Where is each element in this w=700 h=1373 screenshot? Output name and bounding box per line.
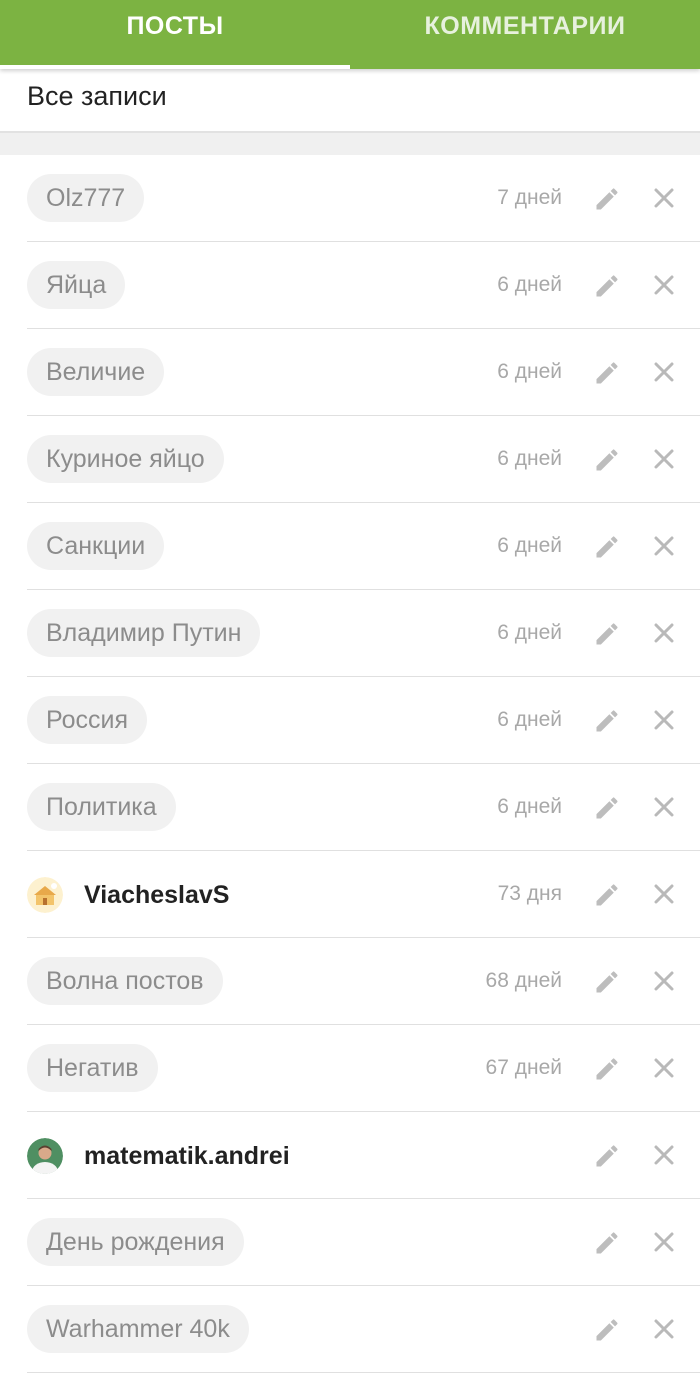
list-item: Warhammer 40k bbox=[0, 1286, 700, 1373]
pencil-icon[interactable] bbox=[593, 185, 621, 213]
age-label: 6 дней bbox=[497, 795, 562, 818]
tag-chip[interactable]: Яйца bbox=[27, 261, 126, 309]
tag-chip[interactable]: Негатив bbox=[27, 1044, 158, 1092]
close-icon[interactable] bbox=[653, 448, 675, 470]
user-entry[interactable]: matematik.andrei bbox=[27, 1132, 290, 1180]
list-item: День рождения bbox=[0, 1199, 700, 1286]
close-icon[interactable] bbox=[653, 709, 675, 731]
close-icon[interactable] bbox=[653, 1144, 675, 1166]
pencil-icon[interactable] bbox=[593, 1142, 621, 1170]
list-item: matematik.andrei bbox=[0, 1112, 700, 1199]
pencil-icon[interactable] bbox=[593, 533, 621, 561]
tag-chip[interactable]: Политика bbox=[27, 783, 176, 831]
user-entry[interactable]: ViacheslavS bbox=[27, 871, 229, 919]
tab-posts-label: ПОСТЫ bbox=[126, 12, 224, 40]
tag-chip[interactable]: Величие bbox=[27, 348, 165, 396]
close-icon[interactable] bbox=[653, 883, 675, 905]
close-icon[interactable] bbox=[653, 535, 675, 557]
pencil-icon[interactable] bbox=[593, 881, 621, 909]
tag-chip[interactable]: Владимир Путин bbox=[27, 609, 261, 657]
list-item: Волна постов 68 дней bbox=[0, 938, 700, 1025]
list-item: Политика 6 дней bbox=[0, 764, 700, 851]
pencil-icon[interactable] bbox=[593, 1316, 621, 1344]
pencil-icon[interactable] bbox=[593, 1229, 621, 1257]
pencil-icon[interactable] bbox=[593, 1055, 621, 1083]
pencil-icon[interactable] bbox=[593, 359, 621, 387]
username: ViacheslavS bbox=[84, 880, 230, 909]
tag-chip[interactable]: Санкции bbox=[27, 522, 165, 570]
active-tab-indicator bbox=[0, 65, 350, 69]
close-icon[interactable] bbox=[653, 622, 675, 644]
section-divider bbox=[0, 133, 700, 155]
pencil-icon[interactable] bbox=[593, 620, 621, 648]
ignore-list: Olz777 7 дней Яйца 6 дней Величие 6 дней Курин… bbox=[0, 155, 700, 1373]
tag-chip[interactable]: День рождения bbox=[27, 1218, 244, 1266]
pencil-icon[interactable] bbox=[593, 968, 621, 996]
list-item: Владимир Путин 6 дней bbox=[0, 590, 700, 677]
avatar bbox=[27, 1138, 63, 1174]
tag-chip[interactable]: Россия bbox=[27, 696, 147, 744]
tab-posts[interactable]: ПОСТЫ bbox=[0, 0, 350, 69]
filter-selector[interactable]: Все записи bbox=[0, 69, 700, 133]
tag-chip[interactable]: Warhammer 40k bbox=[27, 1305, 249, 1353]
list-item: Яйца 6 дней bbox=[0, 242, 700, 329]
list-item: Куриное яйцо 6 дней bbox=[0, 416, 700, 503]
list-item: Olz777 7 дней bbox=[0, 155, 700, 242]
avatar bbox=[27, 877, 63, 913]
close-icon[interactable] bbox=[653, 796, 675, 818]
list-item: Негатив 67 дней bbox=[0, 1025, 700, 1112]
list-item: Величие 6 дней bbox=[0, 329, 700, 416]
tag-chip[interactable]: Волна постов bbox=[27, 957, 223, 1005]
age-label: 68 дней bbox=[485, 969, 562, 992]
tab-comments[interactable]: КОММЕНТАРИИ bbox=[350, 0, 700, 69]
pencil-icon[interactable] bbox=[593, 707, 621, 735]
age-label: 6 дней bbox=[497, 360, 562, 383]
age-label: 6 дней bbox=[497, 534, 562, 557]
age-label: 7 дней bbox=[497, 186, 562, 209]
list-item: Санкции 6 дней bbox=[0, 503, 700, 590]
list-item: ViacheslavS 73 дня bbox=[0, 851, 700, 938]
age-label: 6 дней bbox=[497, 447, 562, 470]
list-item: Россия 6 дней bbox=[0, 677, 700, 764]
pencil-icon[interactable] bbox=[593, 272, 621, 300]
close-icon[interactable] bbox=[653, 274, 675, 296]
filter-label: Все записи bbox=[27, 81, 167, 111]
close-icon[interactable] bbox=[653, 1057, 675, 1079]
close-icon[interactable] bbox=[653, 970, 675, 992]
close-icon[interactable] bbox=[653, 1231, 675, 1253]
tab-bar: ПОСТЫ КОММЕНТАРИИ bbox=[0, 0, 700, 69]
username: matematik.andrei bbox=[84, 1141, 290, 1170]
age-label: 73 дня bbox=[497, 882, 562, 905]
age-label: 6 дней bbox=[497, 273, 562, 296]
pencil-icon[interactable] bbox=[593, 446, 621, 474]
age-label: 6 дней bbox=[497, 621, 562, 644]
age-label: 67 дней bbox=[485, 1056, 562, 1079]
tag-chip[interactable]: Olz777 bbox=[27, 174, 145, 222]
pencil-icon[interactable] bbox=[593, 794, 621, 822]
tab-comments-label: КОММЕНТАРИИ bbox=[424, 12, 626, 40]
tag-chip[interactable]: Куриное яйцо bbox=[27, 435, 224, 483]
close-icon[interactable] bbox=[653, 187, 675, 209]
close-icon[interactable] bbox=[653, 1318, 675, 1340]
age-label: 6 дней bbox=[497, 708, 562, 731]
close-icon[interactable] bbox=[653, 361, 675, 383]
